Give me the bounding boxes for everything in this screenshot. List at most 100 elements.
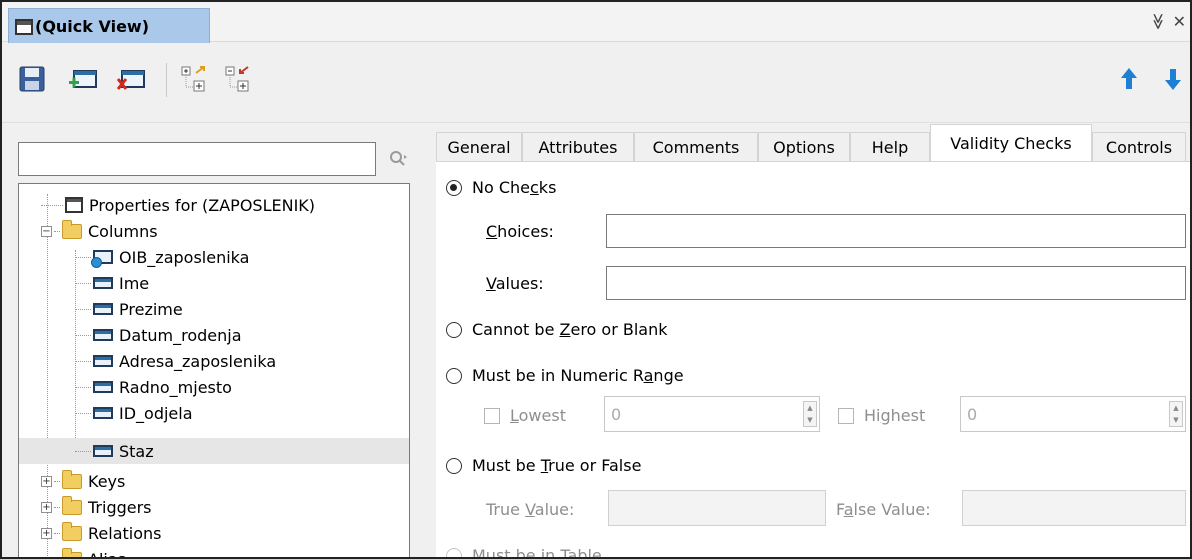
expand-icon[interactable]: + xyxy=(41,501,52,513)
tree-connector xyxy=(75,386,91,388)
add-column-icon[interactable] xyxy=(68,65,98,93)
validity-checks-panel: No Checks Choices: Values: Cannot be Zer… xyxy=(436,161,1190,557)
window-controls: ≫ ✕ xyxy=(1149,12,1186,31)
tab-controls[interactable]: Controls xyxy=(1092,132,1186,162)
radio-icon xyxy=(446,321,462,338)
choices-input[interactable] xyxy=(606,214,1186,248)
tree-item-label: Triggers xyxy=(88,497,152,517)
radio-icon xyxy=(446,457,462,474)
true-value-input[interactable] xyxy=(608,490,826,526)
tab-comments[interactable]: Comments xyxy=(634,132,758,162)
expand-icon[interactable]: + xyxy=(41,475,52,487)
quick-view-window: (Quick View) ≫ ✕ Properties for (ZAPOSLE… xyxy=(0,0,1192,559)
tree-item-column[interactable]: Datum_rodenja xyxy=(75,322,242,348)
collapse-tree-icon[interactable] xyxy=(224,65,254,93)
false-value-input[interactable] xyxy=(962,490,1186,526)
close-icon[interactable]: ✕ xyxy=(1173,12,1186,31)
tree-connector xyxy=(75,412,91,414)
properties-icon xyxy=(65,197,83,213)
property-tree: Properties for (ZAPOSLENIK) − Columns OI… xyxy=(18,183,410,557)
checkbox-icon xyxy=(484,407,500,424)
toolbar xyxy=(2,43,1190,123)
no-checks-radio[interactable]: No Checks xyxy=(446,178,556,197)
tree-connector xyxy=(75,360,91,362)
tree-connector xyxy=(75,256,91,258)
tree-item-column[interactable]: Ime xyxy=(75,270,149,296)
column-icon xyxy=(93,445,113,457)
in-table-radio[interactable]: Must be in Table xyxy=(446,546,602,557)
numeric-range-radio[interactable]: Must be in Numeric Range xyxy=(446,366,684,385)
tree-item-relations[interactable]: + Relations xyxy=(41,520,161,546)
tree-item-triggers[interactable]: + Triggers xyxy=(41,494,152,520)
zero-blank-label: Cannot be Zero or Blank xyxy=(472,320,668,339)
search-input[interactable] xyxy=(18,142,376,176)
lowest-checkbox[interactable]: Lowest xyxy=(484,406,566,425)
tree-item-columns[interactable]: − Columns xyxy=(41,218,158,244)
highest-spinner[interactable]: 0 ▲ ▼ xyxy=(960,396,1186,432)
tree-connector xyxy=(75,334,91,336)
tree-item-column[interactable]: Radno_mjesto xyxy=(75,374,232,400)
move-down-icon[interactable] xyxy=(1162,65,1184,93)
tree-connector xyxy=(54,480,60,482)
open-folder-icon xyxy=(62,219,82,239)
tree-item-label: Radno_mjesto xyxy=(119,377,232,397)
tree-item-label: Staz xyxy=(119,441,154,461)
highest-value: 0 xyxy=(967,405,978,424)
highest-checkbox[interactable]: Highest xyxy=(838,406,925,425)
tab-attributes[interactable]: Attributes xyxy=(522,132,634,162)
remove-column-icon[interactable] xyxy=(116,65,146,93)
tree-connector xyxy=(54,506,60,508)
window-title-tab[interactable]: (Quick View) xyxy=(8,8,210,44)
tree-connector xyxy=(75,308,91,310)
move-up-icon[interactable] xyxy=(1118,65,1140,93)
expand-tree-icon[interactable] xyxy=(180,65,210,93)
tree-connector xyxy=(41,204,63,206)
tree-item-label: Keys xyxy=(88,471,126,491)
tree-item-column[interactable]: Prezime xyxy=(75,296,183,322)
values-input[interactable] xyxy=(606,266,1186,300)
radio-selected-icon xyxy=(446,179,462,196)
highest-label: Highest xyxy=(864,406,926,425)
tab-help[interactable]: Help xyxy=(850,132,930,162)
lowest-spinner[interactable]: 0 ▲ ▼ xyxy=(604,396,820,432)
tab-options[interactable]: Options xyxy=(758,132,850,162)
true-false-radio[interactable]: Must be True or False xyxy=(446,456,641,475)
folder-icon xyxy=(62,495,82,515)
tree-item-label: ID_odjela xyxy=(119,403,193,423)
checkbox-icon xyxy=(838,407,854,424)
collapse-icon[interactable]: − xyxy=(41,225,52,237)
zero-blank-radio[interactable]: Cannot be Zero or Blank xyxy=(446,320,668,339)
tree-item-alias[interactable]: Alias xyxy=(41,546,126,557)
folder-icon xyxy=(62,469,82,489)
spin-arrows-icon[interactable]: ▲ ▼ xyxy=(1169,401,1183,427)
window-title: (Quick View) xyxy=(35,17,150,36)
tree-item-label: Ime xyxy=(119,273,150,293)
tree-item-column[interactable]: Adresa_zaposlenika xyxy=(75,348,276,374)
true-value-label: True Value: xyxy=(486,500,575,519)
tree-item-label: Columns xyxy=(88,221,158,241)
values-label: Values: xyxy=(486,274,544,293)
tree-item-label: Adresa_zaposlenika xyxy=(119,351,277,371)
window-icon xyxy=(15,18,33,35)
radio-icon xyxy=(446,367,462,384)
tree-item-column[interactable]: ID_odjela xyxy=(75,400,193,426)
expand-icon[interactable]: + xyxy=(41,527,52,539)
folder-icon xyxy=(62,521,82,541)
tree-item-properties[interactable]: Properties for (ZAPOSLENIK) xyxy=(41,192,315,218)
search-icon[interactable] xyxy=(388,149,408,169)
toolbar-separator xyxy=(166,63,167,97)
tree-item-column[interactable]: OIB_zaposlenika xyxy=(75,244,249,270)
tree-connector xyxy=(75,450,91,452)
tree-item-keys[interactable]: + Keys xyxy=(41,468,125,494)
tab-validity-checks[interactable]: Validity Checks xyxy=(930,124,1092,163)
save-icon[interactable] xyxy=(18,65,48,93)
tab-general[interactable]: General xyxy=(436,132,522,162)
column-icon xyxy=(93,355,113,367)
tab-strip: General Attributes Comments Options Help… xyxy=(436,124,1190,163)
false-value-label: False Value: xyxy=(836,500,931,519)
tree-connector xyxy=(75,282,91,284)
column-icon xyxy=(93,329,113,341)
collapse-chevron-icon[interactable]: ≫ xyxy=(1149,13,1168,30)
tree-item-column-selected[interactable]: Staz xyxy=(19,438,409,464)
spin-arrows-icon[interactable]: ▲ ▼ xyxy=(803,401,817,427)
